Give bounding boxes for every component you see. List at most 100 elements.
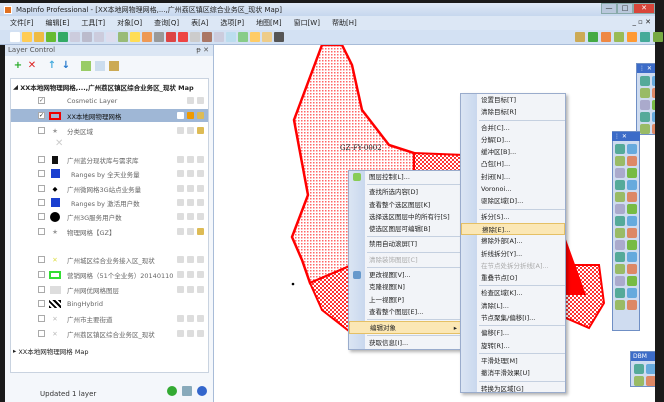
label-icon[interactable] — [197, 112, 204, 119]
menu-item[interactable]: 更改视图[V]... — [349, 269, 462, 281]
tool-button-icon[interactable] — [615, 240, 625, 250]
menu-options[interactable]: 选项[P] — [220, 18, 244, 28]
menu-item[interactable]: 合并[C]... — [461, 122, 565, 134]
layer-visibility-checkbox[interactable] — [38, 271, 45, 278]
menu-item[interactable]: 擦除[E]... — [461, 222, 565, 236]
menu-item[interactable]: 清除目标[R] — [461, 106, 565, 118]
menu-item[interactable]: 获取信息[I]... — [349, 337, 462, 349]
tool-button-icon[interactable] — [627, 276, 637, 286]
tool-button-icon[interactable] — [627, 192, 637, 202]
layer-visibility-checkbox[interactable]: ✓ — [38, 112, 45, 119]
reorder-icon[interactable] — [95, 61, 105, 71]
tool-button-icon[interactable] — [615, 156, 625, 166]
tool-button-icon[interactable] — [627, 168, 637, 178]
tool-button-icon[interactable] — [615, 180, 625, 190]
layer-row[interactable]: ✕ 广州城区综合业务接入区_现状 — [11, 253, 208, 266]
edit-icon[interactable] — [177, 330, 184, 337]
menu-item[interactable]: 编辑对象 ▸ — [349, 321, 462, 334]
tool-button-icon[interactable] — [652, 124, 655, 134]
select-icon[interactable] — [197, 97, 204, 104]
toolbar-button-icon[interactable] — [94, 32, 104, 42]
menu-file[interactable]: 文件[F] — [10, 18, 34, 28]
layer-visibility-checkbox[interactable] — [38, 199, 45, 206]
menu-item[interactable]: 清除装饰图层[C] — [349, 254, 462, 266]
tool-button-icon[interactable] — [615, 252, 625, 262]
menu-item[interactable]: 重叠节点[O] — [461, 272, 565, 284]
menu-item[interactable]: 转换为区域[G] — [461, 383, 565, 395]
edit-icon[interactable] — [177, 127, 184, 134]
menu-item[interactable]: 凸包[H]... — [461, 158, 565, 170]
layer-visibility-checkbox[interactable] — [38, 170, 45, 177]
toolbar-button-icon[interactable] — [627, 32, 637, 42]
layer-visibility-checkbox[interactable] — [38, 286, 45, 293]
layer-row[interactable]: Ranges by 全天业务量 — [11, 167, 208, 180]
layer-row[interactable]: 营销网格（51个全业务）20140110 — [11, 268, 208, 281]
toolbar-button-icon[interactable] — [214, 32, 224, 42]
menu-item[interactable]: 偏移[F]... — [461, 327, 565, 339]
menu-item[interactable]: 撤消平滑效果[U] — [461, 367, 565, 379]
label-icon[interactable] — [197, 127, 204, 134]
menu-item[interactable]: 旋转[R]... — [461, 340, 565, 352]
menu-item[interactable]: 清除[L]... — [461, 300, 565, 312]
menu-item[interactable]: Voronoi... — [461, 183, 565, 195]
layer-row[interactable]: ✓ XX本地网物理网格 — [11, 109, 208, 122]
select-icon[interactable] — [187, 315, 194, 322]
layer-row[interactable]: 广州3G服务用户数 — [11, 210, 208, 223]
tool-button-icon[interactable] — [634, 376, 644, 386]
tool-button-icon[interactable] — [627, 252, 637, 262]
panel-pin-close[interactable]: ᵽ ✕ — [196, 45, 209, 56]
label-icon[interactable] — [197, 330, 204, 337]
toolbar-button-icon[interactable] — [226, 32, 236, 42]
tool-button-icon[interactable] — [615, 192, 625, 202]
toolbar-button-icon[interactable] — [118, 32, 128, 42]
tool-button-icon[interactable] — [627, 288, 637, 298]
layer-visibility-checkbox[interactable] — [38, 315, 45, 322]
tool-button-icon[interactable] — [646, 376, 655, 386]
layer-properties-icon[interactable] — [109, 61, 119, 71]
layer-row[interactable]: ★ 分类区域 — [11, 124, 208, 137]
edit-icon[interactable] — [177, 271, 184, 278]
toolbar-button-icon[interactable] — [202, 32, 212, 42]
menu-item[interactable]: 查看整个选区图层[K] — [349, 199, 462, 211]
label-icon[interactable] — [197, 156, 204, 163]
maximize-button[interactable]: □ — [617, 3, 633, 14]
remove-layer-icon[interactable]: ✕ — [27, 61, 37, 71]
tool-button-icon[interactable] — [615, 204, 625, 214]
label-icon[interactable] — [197, 199, 204, 206]
select-icon[interactable] — [187, 199, 194, 206]
edit-icon[interactable] — [177, 286, 184, 293]
toolbar-button-icon[interactable] — [70, 32, 80, 42]
tool-button-icon[interactable] — [652, 88, 655, 98]
menu-map[interactable]: 地图[M] — [256, 18, 282, 28]
tool-button-icon[interactable] — [627, 264, 637, 274]
select-icon[interactable] — [187, 156, 194, 163]
toolbar-button-icon[interactable] — [250, 32, 260, 42]
tool-button-icon[interactable] — [652, 112, 655, 122]
minimize-button[interactable]: — — [601, 3, 617, 14]
toolbar-button-icon[interactable] — [178, 32, 188, 42]
toolbar-button-icon[interactable] — [130, 32, 140, 42]
tool-button-icon[interactable] — [615, 228, 625, 238]
menu-item[interactable]: 折线拆分[Y]... — [461, 248, 565, 260]
layer-visibility-checkbox[interactable]: ✓ — [38, 97, 45, 104]
menu-item[interactable]: 擦除外部[A]... — [461, 235, 565, 247]
tool-button-icon[interactable] — [646, 364, 655, 374]
menu-item[interactable]: 拆分[S]... — [461, 211, 565, 223]
menu-help[interactable]: 帮助[H] — [332, 18, 357, 28]
toolbar-button-icon[interactable] — [190, 32, 200, 42]
menu-item[interactable]: 使选区图层可编辑[B] — [349, 223, 462, 235]
layer-row[interactable]: ✕ 广州荔区镇区综合业务区_现状 — [11, 327, 208, 340]
layer-row[interactable]: ◆ 广州微网格3G站点业务量 — [11, 182, 208, 195]
toolbar-button-icon[interactable] — [34, 32, 44, 42]
menu-item[interactable]: 禁用自动滚屏[T] — [349, 238, 462, 250]
label-icon[interactable] — [197, 213, 204, 220]
edit-icon[interactable] — [177, 156, 184, 163]
select-icon[interactable] — [187, 127, 194, 134]
menu-item[interactable]: 上一视图[P] — [349, 294, 462, 306]
edit-icon[interactable] — [177, 315, 184, 322]
tool-button-icon[interactable] — [615, 288, 625, 298]
edit-icon[interactable] — [177, 228, 184, 235]
toolbar-button-icon[interactable] — [575, 32, 585, 42]
menu-item[interactable]: 驱除区域[D]... — [461, 195, 565, 207]
label-icon[interactable] — [197, 170, 204, 177]
